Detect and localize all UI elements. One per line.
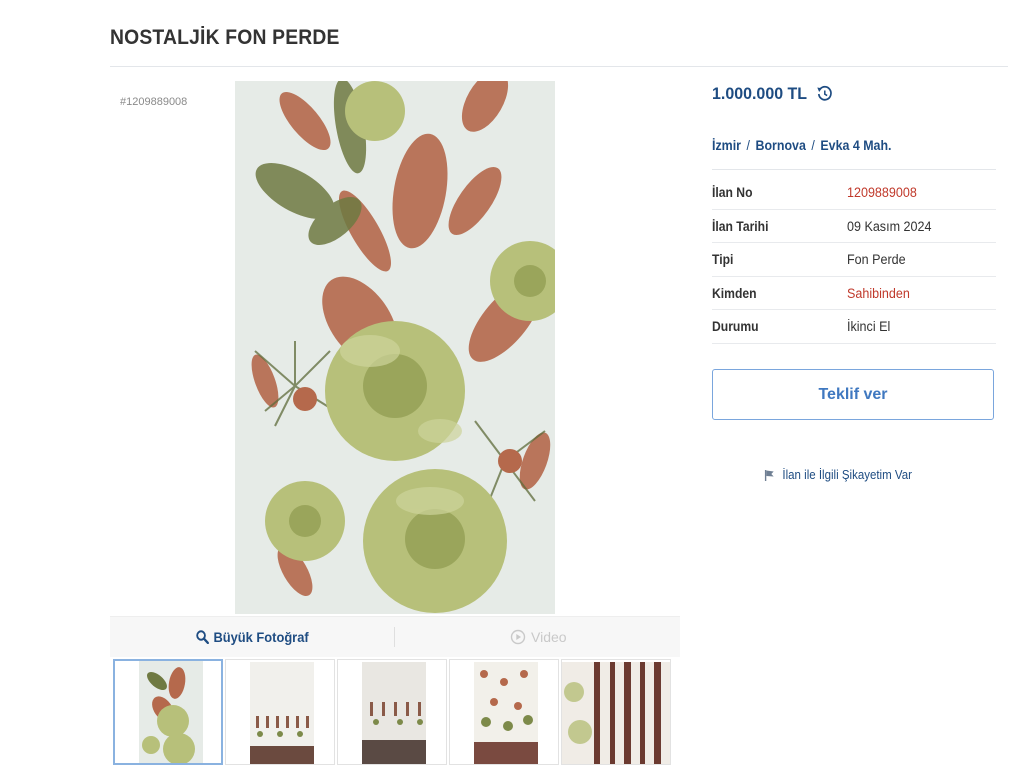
info-value: 1209889008 bbox=[847, 185, 917, 200]
toolbar-divider bbox=[394, 627, 395, 647]
info-value: 09 Kasım 2024 bbox=[847, 218, 932, 234]
title-divider bbox=[110, 66, 1008, 67]
photo-toolbar: Büyük Fotoğraf Video bbox=[110, 616, 680, 657]
thumbnail-image bbox=[250, 662, 314, 764]
price-label: 1.000.000 TL bbox=[712, 84, 833, 104]
location-city[interactable]: İzmir bbox=[712, 138, 741, 153]
thumbnail-image bbox=[362, 662, 426, 764]
price-value: 1.000.000 TL bbox=[712, 84, 808, 103]
video-button[interactable]: Video bbox=[510, 627, 567, 647]
info-key: Tipi bbox=[712, 252, 734, 268]
thumbnail-1[interactable] bbox=[113, 659, 223, 765]
listing-page: NOSTALJİK FON PERDE #1209889008 Büyük Fo… bbox=[0, 0, 1024, 768]
info-key: Durumu bbox=[712, 319, 759, 335]
info-key: Kimden bbox=[712, 285, 757, 301]
report-listing-link[interactable]: İlan ile İlgili Şikayetim Var bbox=[764, 468, 912, 482]
thumbnail-image bbox=[139, 661, 203, 763]
flag-icon bbox=[764, 470, 774, 481]
location-district[interactable]: Bornova bbox=[755, 138, 805, 153]
play-circle-icon bbox=[510, 629, 526, 645]
location-divider bbox=[712, 169, 996, 170]
big-photo-button[interactable]: Büyük Fotoğraf bbox=[196, 627, 309, 647]
listing-reference: #1209889008 bbox=[120, 96, 188, 108]
thumbnail-4[interactable] bbox=[449, 659, 559, 765]
curtain-floral-image bbox=[235, 81, 555, 614]
thumbnail-image bbox=[474, 662, 538, 764]
info-value: Fon Perde bbox=[847, 252, 906, 268]
info-row-type: Tipi Fon Perde bbox=[712, 243, 996, 277]
history-icon[interactable] bbox=[816, 85, 833, 103]
info-row-condition: Durumu İkinci El bbox=[712, 310, 996, 344]
info-key: İlan No bbox=[712, 185, 753, 200]
info-row-seller: Kimden Sahibinden bbox=[712, 277, 996, 311]
page-title: NOSTALJİK FON PERDE bbox=[110, 26, 340, 49]
thumbnail-3[interactable] bbox=[337, 659, 447, 765]
info-key: İlan Tarihi bbox=[712, 218, 769, 234]
main-photo[interactable] bbox=[235, 81, 555, 614]
info-value: Sahibinden bbox=[847, 285, 910, 301]
make-offer-button[interactable]: Teklif ver bbox=[712, 369, 994, 420]
info-row-listing-no: İlan No 1209889008 bbox=[712, 176, 996, 210]
listing-info-table: İlan No 1209889008 İlan Tarihi 09 Kasım … bbox=[712, 176, 996, 344]
location-neighborhood[interactable]: Evka 4 Mah. bbox=[820, 138, 891, 153]
big-photo-label: Büyük Fotoğraf bbox=[213, 629, 309, 645]
magnifier-icon bbox=[196, 630, 209, 644]
thumbnail-image bbox=[562, 662, 670, 764]
thumbnail-strip bbox=[110, 659, 680, 768]
info-value: İkinci El bbox=[847, 319, 891, 335]
location-breadcrumb: İzmir / Bornova / Evka 4 Mah. bbox=[712, 138, 892, 153]
thumbnail-2[interactable] bbox=[225, 659, 335, 765]
info-row-listing-date: İlan Tarihi 09 Kasım 2024 bbox=[712, 210, 996, 244]
video-label: Video bbox=[531, 629, 567, 645]
report-listing-label: İlan ile İlgili Şikayetim Var bbox=[782, 468, 912, 482]
thumbnail-5[interactable] bbox=[561, 659, 671, 765]
